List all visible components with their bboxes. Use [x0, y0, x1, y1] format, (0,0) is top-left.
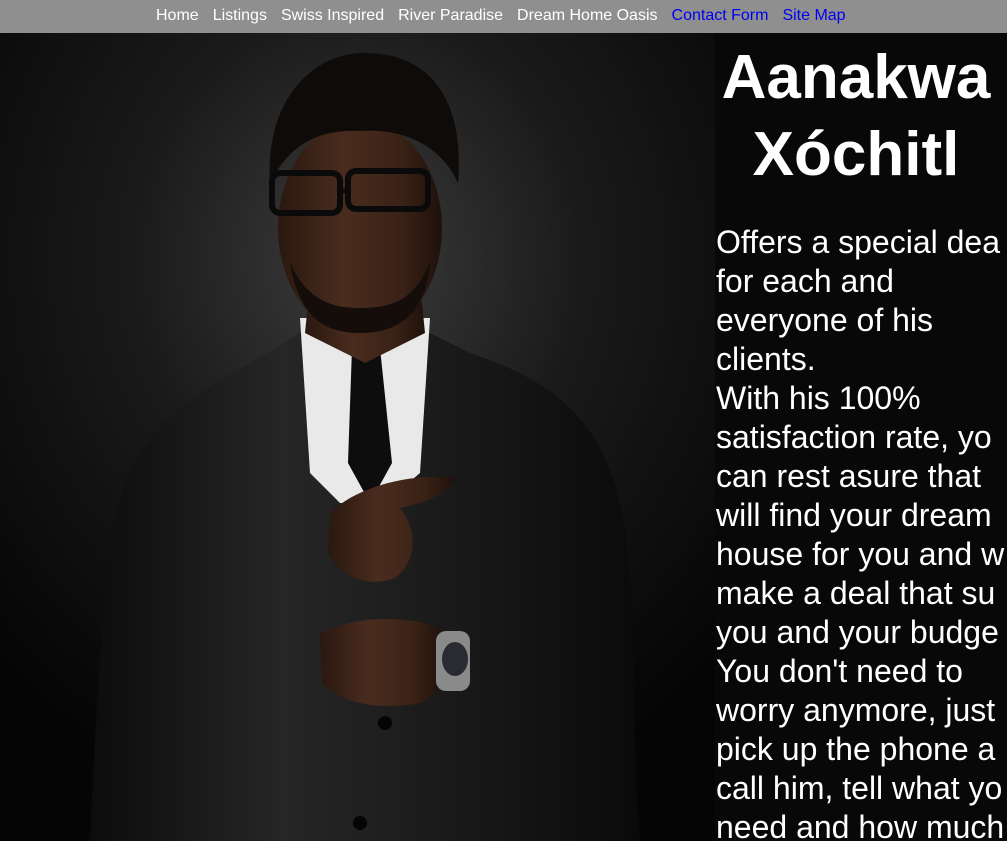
agent-info-panel: Aanakwa Xóchitl Offers a special dea for… [715, 33, 1007, 841]
bio-line: With his 100% [716, 380, 921, 416]
nav-link-contact-form[interactable]: Contact Form [672, 6, 769, 25]
bio-line: need and how much [716, 809, 1005, 841]
agent-bio: Offers a special dea for each and everyo… [716, 223, 1007, 841]
nav-link-site-map[interactable]: Site Map [782, 6, 845, 25]
bio-line: worry anymore, just [716, 692, 996, 728]
nav-link-river-paradise[interactable]: River Paradise [398, 6, 503, 25]
bio-line: everyone of his [716, 302, 934, 338]
bio-line: pick up the phone a [716, 731, 996, 767]
nav-link-dream-home-oasis[interactable]: Dream Home Oasis [517, 6, 657, 25]
bio-line: Offers a special dea [716, 224, 1001, 260]
bio-line: make a deal that su [716, 575, 996, 611]
bio-line: call him, tell what yo [716, 770, 1003, 806]
bio-line: satisfaction rate, yo [716, 419, 992, 455]
bio-line: can rest asure that [716, 458, 982, 494]
nav-links: Home Listings Swiss Inspired River Parad… [156, 6, 846, 25]
agent-name-line-1: Aanakwa [721, 43, 991, 112]
bio-line: for each and [716, 263, 894, 299]
agent-name-line-2: Xóchitl [752, 120, 960, 189]
agent-photo [0, 33, 715, 841]
nav-link-listings[interactable]: Listings [213, 6, 267, 25]
nav-link-home[interactable]: Home [156, 6, 199, 25]
agent-name-heading: Aanakwa Xóchitl [715, 39, 997, 193]
bio-line: you and your budge [716, 614, 999, 650]
bio-line: You don't need to [716, 653, 963, 689]
nav-link-swiss-inspired[interactable]: Swiss Inspired [281, 6, 384, 25]
bio-line: clients. [716, 341, 816, 377]
agent-portrait-image [0, 33, 715, 841]
bio-line: house for you and w [716, 536, 1005, 572]
top-nav-bar: Home Listings Swiss Inspired River Parad… [0, 0, 1007, 33]
bio-line: will find your dream [716, 497, 992, 533]
